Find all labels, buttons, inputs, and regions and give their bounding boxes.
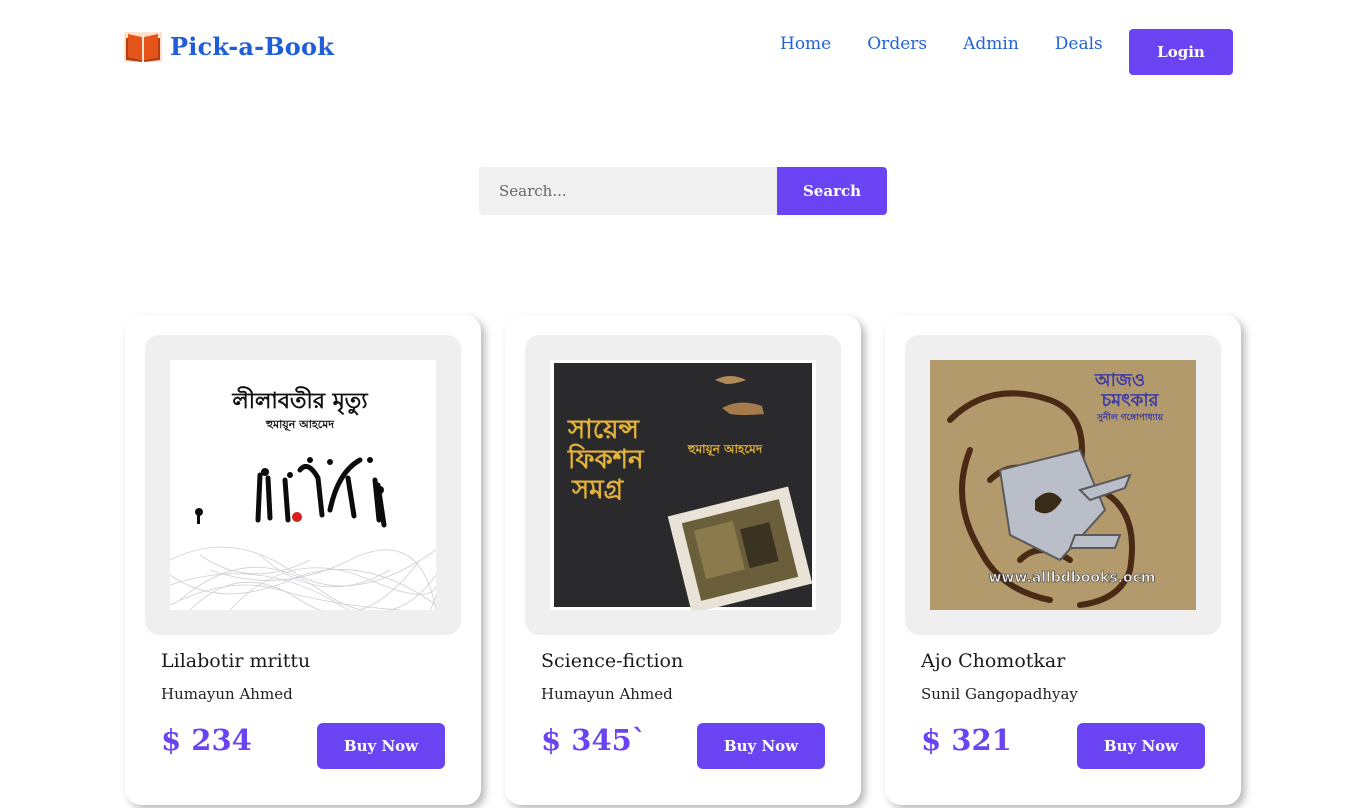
cover-title-line-1: সায়েন্স bbox=[567, 415, 640, 445]
book-author: Sunil Gangopadhyay bbox=[921, 685, 1078, 703]
book-card: সায়েন্স ফিকশন সমগ্র হুমায়ূন আহমেদ Scie… bbox=[505, 315, 861, 805]
book-price: $ 345` bbox=[541, 723, 647, 757]
brand[interactable]: Pick-a-Book bbox=[124, 28, 334, 64]
book-card: লীলাবতীর মৃত্যু হুমায়ূন আহমেদ Lilabotir… bbox=[125, 315, 481, 805]
book-cover-image[interactable]: লীলাবতীর মৃত্যু হুমায়ূন আহমেদ bbox=[170, 360, 436, 610]
nav-admin[interactable]: Admin bbox=[963, 34, 1019, 54]
cover-author-text: হুমায়ূন আহমেদ bbox=[687, 442, 763, 458]
search-bar: Search bbox=[479, 167, 887, 215]
cover-author-text: হুমায়ূন আহমেদ bbox=[265, 418, 335, 432]
search-button[interactable]: Search bbox=[777, 167, 887, 215]
book-title: Science-fiction bbox=[541, 650, 684, 672]
brand-name: Pick-a-Book bbox=[170, 31, 335, 61]
book-title: Ajo Chomotkar bbox=[921, 650, 1066, 672]
book-cover-frame: সায়েন্স ফিকশন সমগ্র হুমায়ূন আহমেদ bbox=[525, 335, 841, 635]
book-price: $ 234 bbox=[161, 723, 252, 757]
buy-now-button[interactable]: Buy Now bbox=[697, 723, 825, 769]
site-header: Pick-a-Book Home Orders Admin Deals Logi… bbox=[0, 0, 1366, 100]
book-author: Humayun Ahmed bbox=[541, 685, 673, 703]
book-card: আজও চমৎকার সুনীল গঙ্গোপাধ্যায় www.allbd… bbox=[885, 315, 1241, 805]
nav-deals[interactable]: Deals bbox=[1055, 34, 1103, 54]
buy-now-button[interactable]: Buy Now bbox=[1077, 723, 1205, 769]
book-grid: লীলাবতীর মৃত্যু হুমায়ূন আহমেদ Lilabotir… bbox=[125, 315, 1241, 805]
cover-title-line-3: সমগ্র bbox=[571, 475, 625, 505]
book-author: Humayun Ahmed bbox=[161, 685, 293, 703]
login-button[interactable]: Login bbox=[1129, 29, 1233, 75]
nav-orders[interactable]: Orders bbox=[867, 34, 927, 54]
book-price: $ 321 bbox=[921, 723, 1012, 757]
book-cover-image[interactable]: সায়েন্স ফিকশন সমগ্র হুমায়ূন আহমেদ bbox=[550, 360, 816, 610]
cover-watermark: www.allbdbooks.ocm bbox=[988, 570, 1155, 586]
open-book-icon bbox=[124, 32, 162, 62]
book-cover-frame: আজও চমৎকার সুনীল গঙ্গোপাধ্যায় www.allbd… bbox=[905, 335, 1221, 635]
nav-home[interactable]: Home bbox=[780, 34, 831, 54]
book-cover-image[interactable]: আজও চমৎকার সুনীল গঙ্গোপাধ্যায় www.allbd… bbox=[930, 360, 1196, 610]
book-cover-frame: লীলাবতীর মৃত্যু হুমায়ূন আহমেদ bbox=[145, 335, 461, 635]
book-title: Lilabotir mrittu bbox=[161, 650, 311, 672]
cover-author-text: সুনীল গঙ্গোপাধ্যায় bbox=[1096, 410, 1164, 424]
search-input[interactable] bbox=[479, 167, 777, 215]
buy-now-button[interactable]: Buy Now bbox=[317, 723, 445, 769]
cover-title-line-2: ফিকশন bbox=[567, 443, 645, 475]
cover-title-line-2: চমৎকার bbox=[1100, 390, 1159, 411]
cover-title-text: লীলাবতীর মৃত্যু bbox=[231, 386, 369, 416]
main-nav: Home Orders Admin Deals bbox=[780, 34, 1103, 54]
cover-title-line-1: আজও bbox=[1094, 370, 1145, 391]
